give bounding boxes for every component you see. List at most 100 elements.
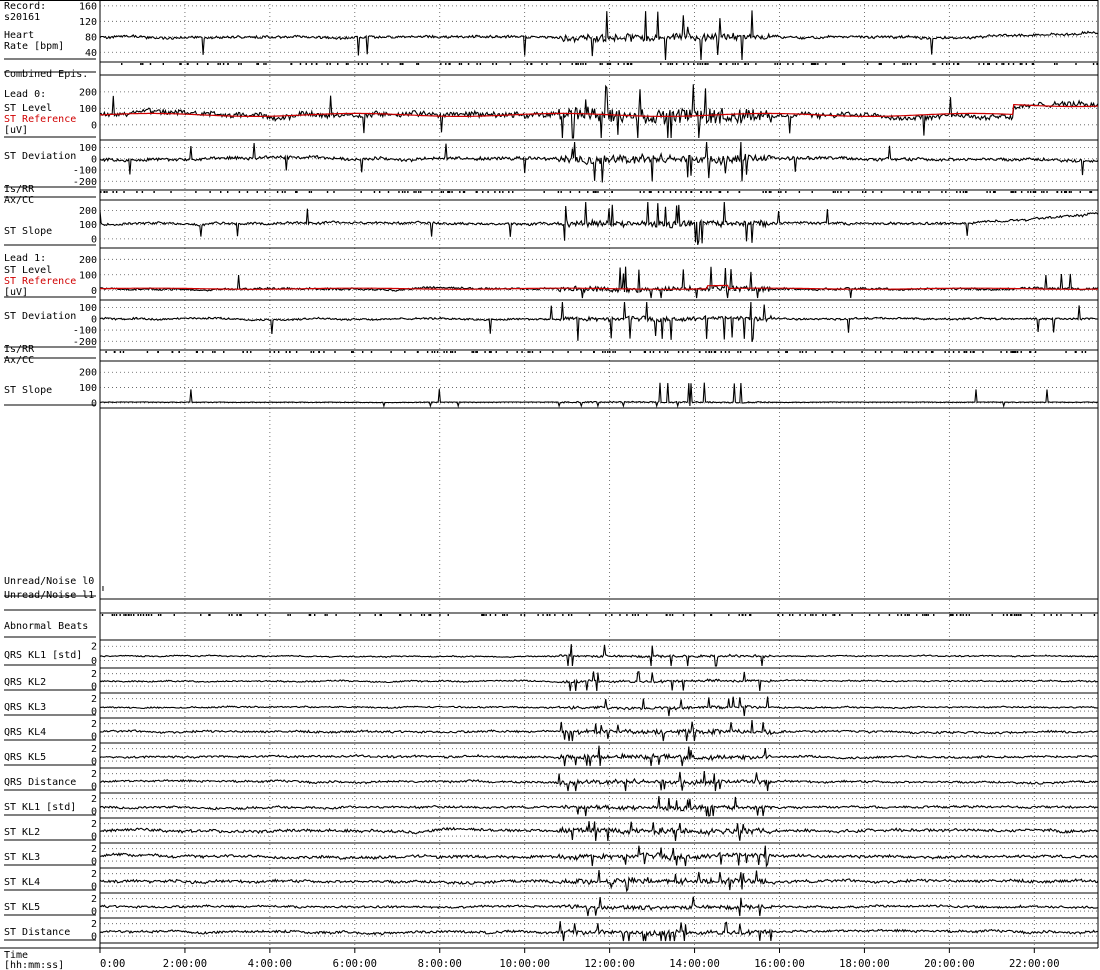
y-tick-label: 0 [91,932,97,943]
track-qrs_kl5: QRS KL5 2 0 [4,744,1099,769]
track-label: ST Deviation [4,311,76,322]
y-tick-label: 200 [79,255,97,266]
trace-line [99,266,1099,299]
y-tick-label: 200 [79,206,97,217]
trace-line [99,869,1099,893]
trace-line [99,84,1099,139]
trace-line [99,671,1099,692]
y-tick-label: 0 [91,234,97,245]
y-tick-label: 0 [91,907,97,918]
y-tick-label: 0 [91,154,97,165]
y-tick-label: 0 [91,656,97,667]
track-label: [uV] [4,287,28,298]
y-tick-label: 0 [91,832,97,843]
track-label: ST KL3 [4,852,40,863]
y-tick-label: 0 [91,782,97,793]
y-tick-label: 2 [91,744,97,755]
y-tick-label: 100 [79,270,97,281]
track-st_dist: ST Distance 2 0 [4,919,1099,944]
track-noise0: Unread/Noise l0 [4,576,1098,600]
track-label: Lead 1: [4,253,46,264]
y-tick-label: 0 [91,882,97,893]
y-tick-label: 0 [91,286,97,297]
track-label: QRS KL2 [4,677,46,688]
y-tick-label: 2 [91,869,97,880]
track-noise1: Unread/Noise l1 [4,590,1098,614]
y-tick-label: 100 [79,303,97,314]
x-tick-label: 12:00:00 [584,958,635,970]
trace-line [99,696,1099,717]
track-l1_slope: ST Slope 200 100 0 [4,368,1099,409]
track-label: Unread/Noise l1 [4,590,94,601]
y-tick-label: -100 [73,166,97,177]
track-label: ST Reference [4,114,76,125]
y-tick-label: 0 [91,732,97,743]
track-label: ST Deviation [4,151,76,162]
track-st_kl5: ST KL5 2 0 [4,894,1099,919]
y-tick-label: -200 [73,177,97,188]
track-label: Ax/CC [4,355,34,366]
track-label: ST Distance [4,927,70,938]
x-tick-label: 8:00:00 [418,958,462,970]
track-qrs_kl2: QRS KL2 2 0 [4,669,1099,694]
record-label: Record: [4,1,46,12]
y-tick-label: 2 [91,819,97,830]
track-abnormal: Abnormal Beats [4,614,1098,641]
trace-line [99,719,1099,742]
tracks: HeartRate [bpm] 160 120 80 40 Combined Epis. L… [0,0,1099,948]
track-combined: Combined Epis. [4,63,1098,80]
track-l0_level: Lead 0: ST LevelST Reference[uV] 200 100 0 [4,84,1099,141]
x-tick-label: 0:00 [100,958,125,970]
y-tick-label: 200 [79,368,97,379]
time-axis: Time[hh:mm:ss] 0:00 2:00:00 4:00:00 6:00:00 8… [0,947,1098,970]
track-l0_dev: ST Deviation1000-100-200 [4,141,1099,191]
track-st_kl1: ST KL1 [std] 2 0 [4,794,1099,819]
y-tick-label: 0 [91,398,97,409]
track-st_kl4: ST KL4 2 0 [4,869,1099,894]
y-tick-label: 2 [91,694,97,705]
track-label: Is/RR [4,184,35,195]
y-tick-label: 2 [91,669,97,680]
x-tick-label: 10:00:00 [499,958,550,970]
y-tick-label: 2 [91,844,97,855]
track-label: ST Level [4,103,52,114]
time-axis-unit: [hh:mm:ss] [4,960,64,970]
y-tick-label: 100 [79,383,97,394]
y-tick-label: 100 [79,220,97,231]
x-tick-label: 22:00:00 [1009,958,1060,970]
x-tick-label: 4:00:00 [248,958,292,970]
y-tick-label: 0 [91,314,97,325]
track-qrs_kl3: QRS KL3 2 0 [4,694,1099,719]
y-tick-label: 160 [79,1,97,12]
trace-line [100,821,1099,842]
track-label: Combined Epis. [4,69,88,80]
track-label: Is/RR [4,344,35,355]
y-tick-label: 2 [91,719,97,730]
track-label: QRS KL1 [std] [4,650,82,661]
track-label: QRS Distance [4,777,76,788]
track-label: Lead 0: [4,89,46,100]
y-tick-label: 0 [91,757,97,768]
trace-line [99,644,1099,667]
x-tick-label: 2:00:00 [163,958,207,970]
trace-line [99,896,1099,917]
track-label: QRS KL4 [4,727,46,738]
y-tick-label: 2 [91,642,97,653]
track-st_kl2: ST KL2 2 0 [4,819,1099,844]
st-trend-chart: Record: s20161 HeartRate [bpm] 160 120 80 40… [0,0,1099,970]
record-id: s20161 [4,12,40,23]
track-label: ST KL1 [std] [4,802,76,813]
trace-line [99,141,1099,183]
y-tick-label: 2 [91,894,97,905]
y-tick-label: 0 [91,807,97,818]
track-label: Ax/CC [4,195,34,206]
track-label: ST KL5 [4,902,40,913]
track-label: Unread/Noise l0 [4,576,94,587]
x-tick-label: 14:00:00 [669,958,720,970]
track-l0_isrr: Is/RRAx/CC [4,184,1098,206]
y-tick-label: 40 [85,48,97,59]
track-l1_isrr: Is/RRAx/CC [4,344,1098,366]
y-tick-label: 200 [79,87,97,98]
y-tick-label: 100 [79,104,97,115]
y-tick-label: -100 [73,326,97,337]
